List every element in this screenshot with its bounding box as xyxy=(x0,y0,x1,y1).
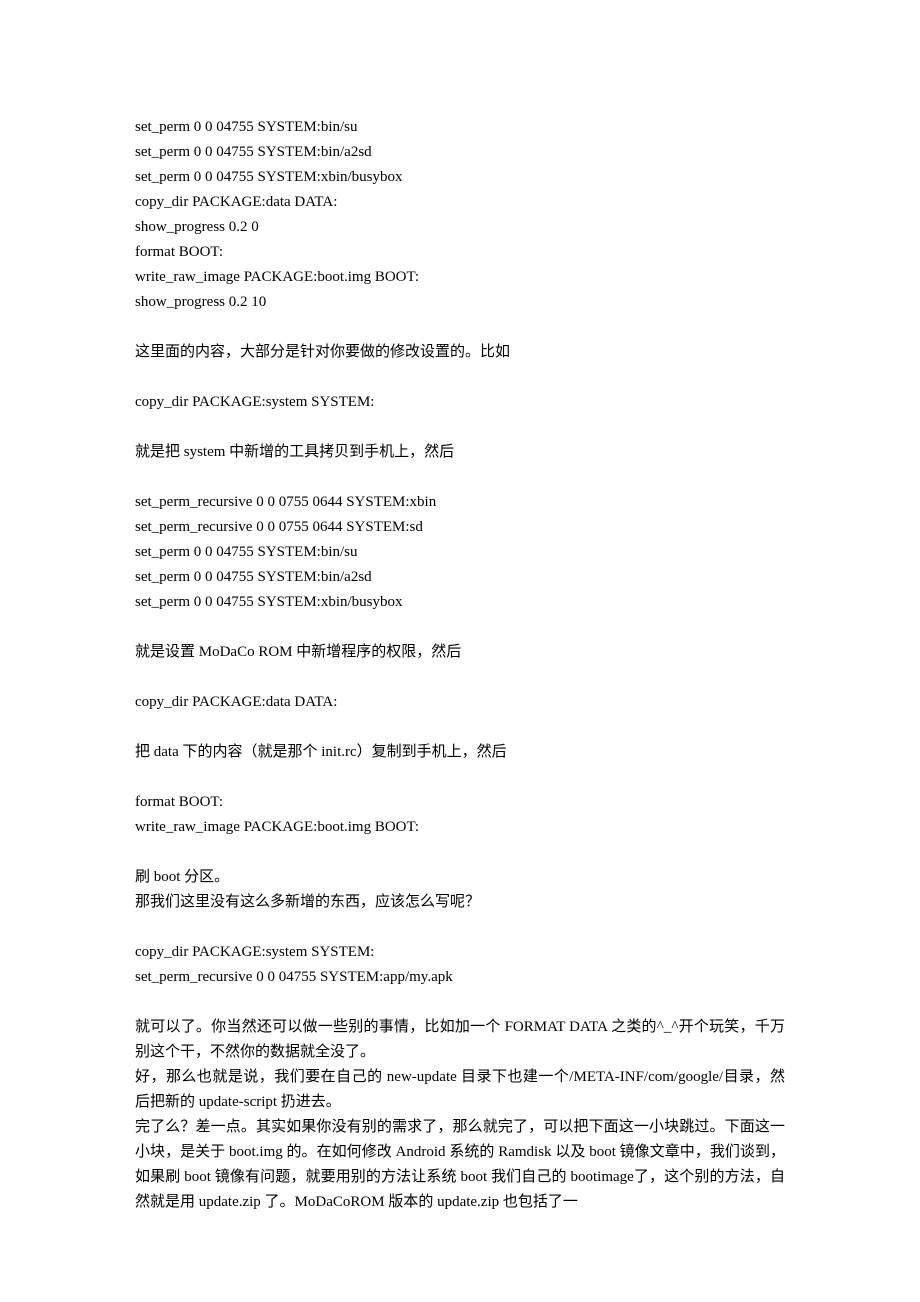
blank-line xyxy=(135,365,785,390)
text-line: 完了么？差一点。其实如果你没有别的需求了，那么就完了，可以把下面这一小块跳过。下… xyxy=(135,1115,785,1215)
blank-line xyxy=(135,415,785,440)
blank-line xyxy=(135,315,785,340)
text-line: set_perm 0 0 04755 SYSTEM:bin/su xyxy=(135,540,785,565)
text-line: 那我们这里没有这么多新增的东西，应该怎么写呢？ xyxy=(135,890,785,915)
text-line: set_perm 0 0 04755 SYSTEM:bin/a2sd xyxy=(135,140,785,165)
document-page: set_perm 0 0 04755 SYSTEM:bin/su set_per… xyxy=(0,0,920,1275)
text-line: show_progress 0.2 10 xyxy=(135,290,785,315)
blank-line xyxy=(135,715,785,740)
text-line: format BOOT: xyxy=(135,790,785,815)
blank-line xyxy=(135,915,785,940)
text-line: set_perm 0 0 04755 SYSTEM:xbin/busybox xyxy=(135,590,785,615)
text-line: set_perm 0 0 04755 SYSTEM:bin/su xyxy=(135,115,785,140)
text-line: set_perm 0 0 04755 SYSTEM:bin/a2sd xyxy=(135,565,785,590)
text-line: copy_dir PACKAGE:data DATA: xyxy=(135,690,785,715)
text-line: write_raw_image PACKAGE:boot.img BOOT: xyxy=(135,815,785,840)
text-line: show_progress 0.2 0 xyxy=(135,215,785,240)
blank-line xyxy=(135,990,785,1015)
text-line: write_raw_image PACKAGE:boot.img BOOT: xyxy=(135,265,785,290)
blank-line xyxy=(135,765,785,790)
text-line: copy_dir PACKAGE:system SYSTEM: xyxy=(135,390,785,415)
blank-line xyxy=(135,465,785,490)
text-line: 好，那么也就是说，我们要在自己的 new-update 目录下也建一个/META… xyxy=(135,1065,785,1115)
text-line: 刷 boot 分区。 xyxy=(135,865,785,890)
text-line: copy_dir PACKAGE:system SYSTEM: xyxy=(135,940,785,965)
blank-line xyxy=(135,840,785,865)
text-line: 这里面的内容，大部分是针对你要做的修改设置的。比如 xyxy=(135,340,785,365)
text-line: copy_dir PACKAGE:data DATA: xyxy=(135,190,785,215)
text-line: 就是设置 MoDaCo ROM 中新增程序的权限，然后 xyxy=(135,640,785,665)
text-line: 就是把 system 中新增的工具拷贝到手机上，然后 xyxy=(135,440,785,465)
text-line: set_perm_recursive 0 0 0755 0644 SYSTEM:… xyxy=(135,515,785,540)
blank-line xyxy=(135,665,785,690)
blank-line xyxy=(135,615,785,640)
text-line: format BOOT: xyxy=(135,240,785,265)
text-line: set_perm_recursive 0 0 0755 0644 SYSTEM:… xyxy=(135,490,785,515)
text-line: 就可以了。你当然还可以做一些别的事情，比如加一个 FORMAT DATA 之类的… xyxy=(135,1015,785,1065)
text-line: set_perm 0 0 04755 SYSTEM:xbin/busybox xyxy=(135,165,785,190)
text-line: 把 data 下的内容（就是那个 init.rc）复制到手机上，然后 xyxy=(135,740,785,765)
text-line: set_perm_recursive 0 0 04755 SYSTEM:app/… xyxy=(135,965,785,990)
